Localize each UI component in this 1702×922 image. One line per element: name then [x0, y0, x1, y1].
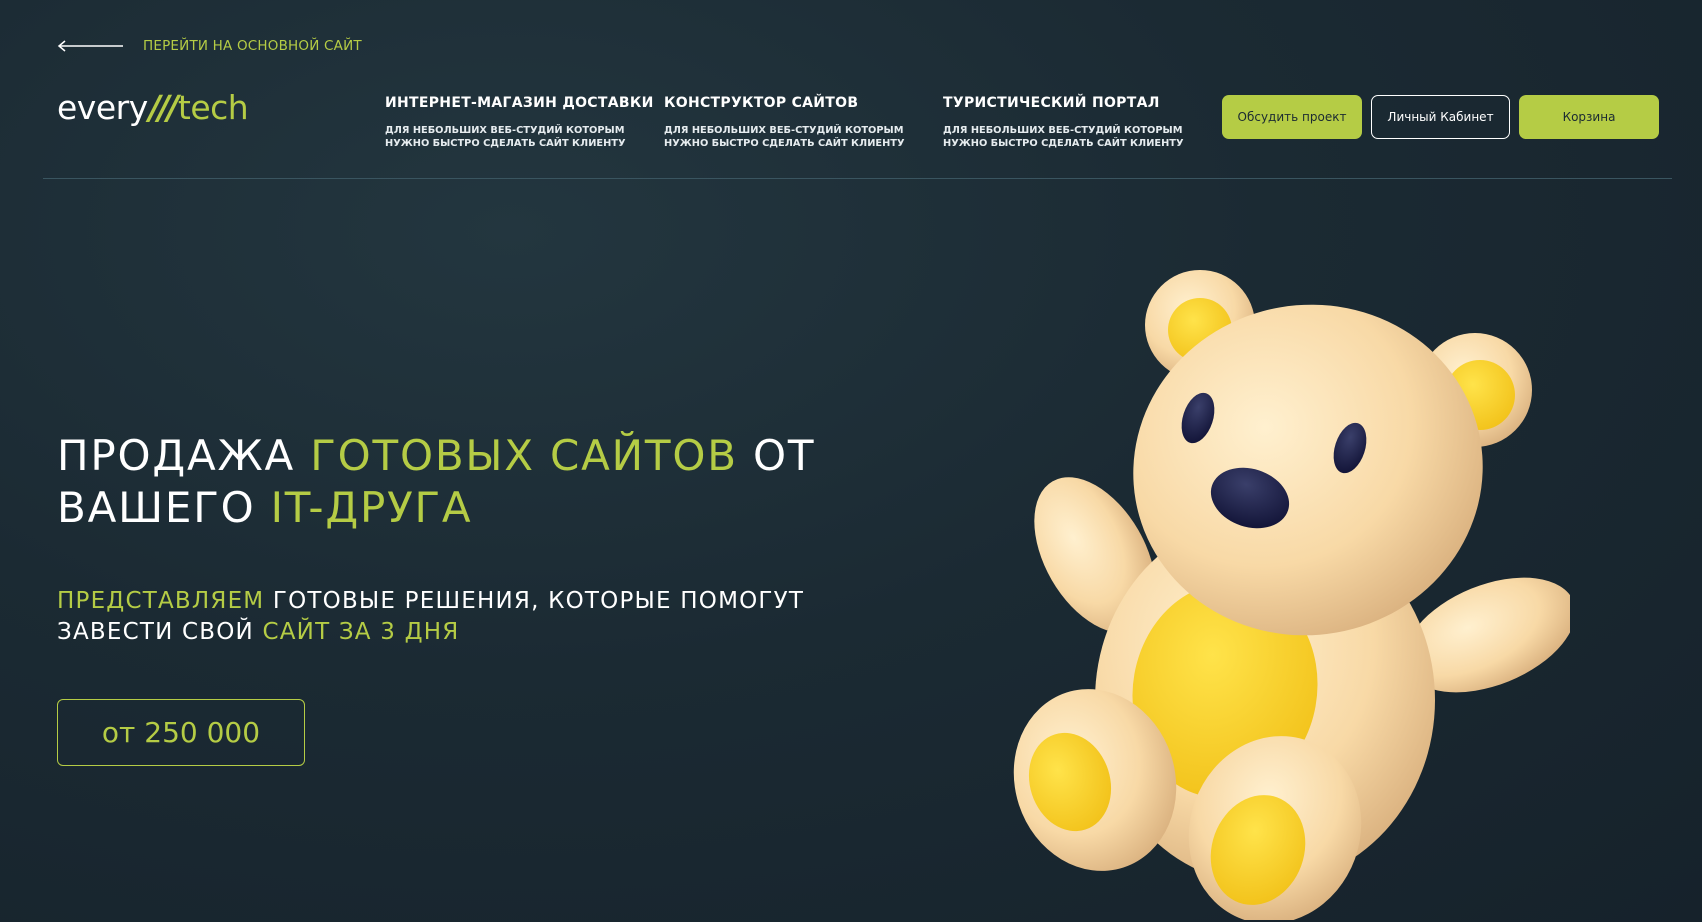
nav-item-site-builder[interactable]: КОНСТРУКТОР САЙТОВ ДЛЯ НЕБОЛЬШИХ ВЕБ-СТУ…	[664, 95, 919, 150]
hero-subtitle: ПРЕДСТАВЛЯЕМ ГОТОВЫЕ РЕШЕНИЯ, КОТОРЫЕ ПО…	[57, 586, 837, 648]
hero-title-part: ПРОДАЖА	[57, 431, 311, 480]
back-link-label: ПЕРЕЙТИ НА ОСНОВНОЙ САЙТ	[143, 38, 362, 54]
nav-item-description: ДЛЯ НЕБОЛЬШИХ ВЕБ-СТУДИЙ КОТОРЫМ НУЖНО Б…	[385, 125, 626, 149]
hero-title-accent: ГОТОВЫХ САЙТОВ	[310, 431, 738, 480]
price-button[interactable]: от 250 000	[57, 699, 305, 766]
nav-item-title: ИНТЕРНЕТ-МАГАЗИН ДОСТАВКИ	[385, 95, 654, 111]
nav-item-description: ДЛЯ НЕБОЛЬШИХ ВЕБ-СТУДИЙ КОТОРЫМ НУЖНО Б…	[943, 125, 1184, 149]
everytech-logo[interactable]: every///tech	[57, 88, 249, 128]
nav-item-description: ДЛЯ НЕБОЛЬШИХ ВЕБ-СТУДИЙ КОТОРЫМ НУЖНО Б…	[664, 125, 905, 149]
logo-slashes: ///	[148, 88, 179, 127]
teddy-bear-illustration	[1013, 270, 1570, 920]
nav-item-title: ТУРИСТИЧЕСКИЙ ПОРТАЛ	[943, 95, 1160, 111]
nav-item-delivery-shop[interactable]: ИНТЕРНЕТ-МАГАЗИН ДОСТАВКИ ДЛЯ НЕБОЛЬШИХ …	[385, 95, 654, 150]
personal-cabinet-button[interactable]: Личный Кабинет	[1371, 95, 1510, 139]
arrow-left-icon	[57, 40, 123, 52]
logo-part-every: every	[57, 88, 148, 127]
discuss-project-button[interactable]: Обсудить проект	[1222, 95, 1362, 139]
hero-title-accent: IT-ДРУГА	[270, 483, 473, 532]
hero-subtitle-accent: ПРЕДСТАВЛЯЕМ	[57, 588, 265, 614]
logo-part-tech: tech	[177, 88, 249, 127]
hero-subtitle-accent: САЙТ ЗА 3 ДНЯ	[262, 619, 460, 645]
cart-button[interactable]: Корзина	[1519, 95, 1659, 139]
hero-title: ПРОДАЖА ГОТОВЫХ САЙТОВ ОТ ВАШЕГО IT-ДРУГ…	[57, 430, 837, 534]
nav-item-title: КОНСТРУКТОР САЙТОВ	[664, 95, 859, 111]
back-to-main-site-link[interactable]: ПЕРЕЙТИ НА ОСНОВНОЙ САЙТ	[57, 36, 362, 56]
header-divider	[43, 178, 1672, 179]
nav-item-travel-portal[interactable]: ТУРИСТИЧЕСКИЙ ПОРТАЛ ДЛЯ НЕБОЛЬШИХ ВЕБ-С…	[943, 95, 1198, 150]
